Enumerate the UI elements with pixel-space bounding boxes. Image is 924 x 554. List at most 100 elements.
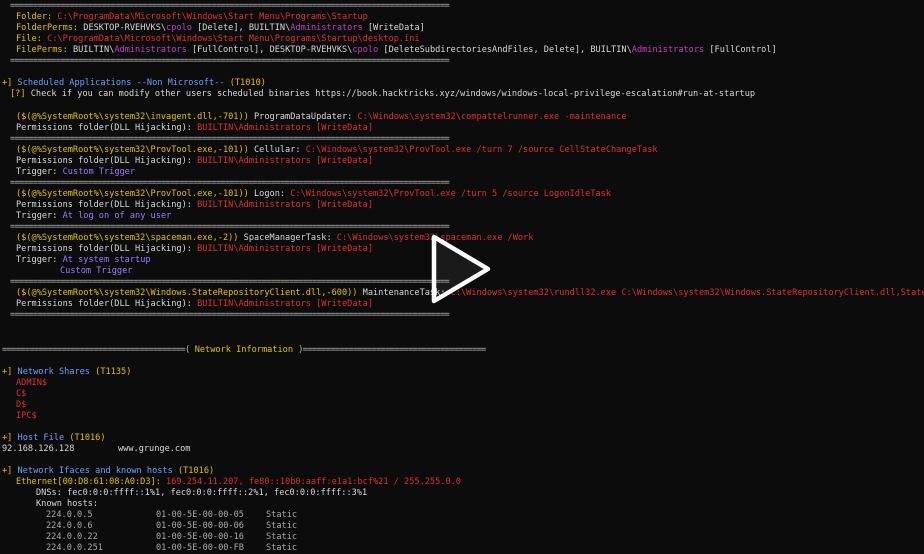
separator-line: ========================================… [10, 178, 450, 188]
iface-addresses: 169.254.11.207, fe80::10b0:aaff:e1a1:bcf… [160, 477, 461, 487]
scheduled-hint-line: [?] Check if you can modify other users … [10, 89, 755, 100]
folderperms-admins: Administrators [290, 23, 363, 33]
folderperms-text: DESKTOP-RVEHVKS\ [83, 23, 167, 33]
folderperms-text: [WriteData] [362, 23, 425, 33]
task-ref: ($(@%SystemRoot%\system32\ProvTool.exe,-… [16, 145, 249, 155]
task-perm-line: Permissions folder(DLL Hijacking): BUILT… [16, 299, 373, 310]
trigger-value: At log on of any user [62, 211, 172, 221]
perm-value: BUILTIN\Administrators [WriteData] [197, 200, 374, 210]
task-perm-line: Permissions folder(DLL Hijacking): BUILT… [16, 244, 373, 255]
share-item: ADMIN$ [16, 378, 48, 388]
known-host-type: Static [266, 510, 298, 520]
startup-folder-line: Folder: C:\ProgramData\Microsoft\Windows… [16, 12, 368, 23]
file-path: C:\ProgramData\Microsoft\Windows\Start M… [47, 34, 420, 44]
perm-label: Permissions folder(DLL Hijacking): [16, 123, 192, 133]
iface-name: Ethernet[00:D8:61:08:A0:D3]: [16, 477, 161, 487]
startup-fileperms-line: FilePerms: BUILTIN\Administrators [FullC… [16, 45, 777, 56]
task-command: C:\Windows\system32\rundll32.exe C:\Wind… [445, 288, 924, 298]
startup-folderperms-line: FolderPerms: DESKTOP-RVEHVKS\cpolo [Dele… [16, 23, 425, 34]
known-host-mac: 01-00-5E-00-00-06 [156, 521, 244, 531]
known-host-ip: 224.0.0.5 [46, 510, 93, 520]
technique-id: (T1135) [95, 367, 132, 377]
share-item: C$ [16, 389, 27, 399]
shares-title-line: +] Network Shares (T1135) [2, 367, 131, 378]
folderperms-label: FolderPerms: [16, 23, 79, 33]
task-command: C:\Windows\system32\ProvTool.exe /turn 7… [300, 145, 658, 155]
folder-path: C:\ProgramData\Microsoft\Windows\Start M… [57, 12, 368, 22]
task-name: ProgramDataUpdater: [248, 112, 353, 122]
perm-value: BUILTIN\Administrators [WriteData] [197, 299, 374, 309]
trigger-value: At system startup [62, 255, 151, 265]
fileperms-label: FilePerms: [16, 45, 68, 55]
task-trigger-line: Trigger: At system startup [16, 255, 151, 266]
banner-rule: ========================================… [2, 345, 190, 355]
iface-line: Ethernet[00:D8:61:08:A0:D3]: 169.254.11.… [16, 477, 461, 488]
perm-label: Permissions folder(DLL Hijacking): [16, 200, 192, 210]
separator-line: ========================================… [10, 56, 450, 66]
perm-value: BUILTIN\Administrators [WriteData] [197, 123, 374, 133]
startup-file-line: File: C:\ProgramData\Microsoft\Windows\S… [16, 34, 420, 45]
separator-line: ========================================… [10, 222, 450, 232]
task-name: SpaceManagerTask: [238, 233, 332, 243]
shares-title: Network Shares [17, 367, 90, 377]
known-host-ip: 224.0.0.251 [46, 543, 103, 553]
known-host-ip: 224.0.0.22 [46, 532, 98, 542]
hint-prefix: [?] [10, 89, 26, 99]
dns-value: fec0:0:0:ffff::1%1, fec0:0:0:ffff::2%1, … [67, 488, 368, 498]
task-line: ($(@%SystemRoot%\system32\ProvTool.exe,-… [16, 145, 658, 156]
task-trigger-line: Trigger: At log on of any user [16, 211, 171, 222]
known-host-type: Static [266, 521, 298, 531]
fileperms-text: [FullControl], DESKTOP-RVEHVKS\ [186, 45, 353, 55]
file-label: File: [16, 34, 42, 44]
known-host-type: Static [266, 532, 298, 542]
known-host-type: Static [266, 543, 298, 553]
scheduled-title: Scheduled Applications --Non Microsoft-- [17, 78, 225, 88]
known-hosts-label: Known hosts: [36, 499, 99, 509]
hosts-title: Host File [17, 433, 65, 443]
folder-label: Folder: [16, 12, 53, 22]
hosts-title-line: +] Host File (T1016) [2, 433, 106, 444]
task-ref: ($(@%SystemRoot%\system32\ProvTool.exe,-… [16, 189, 249, 199]
trigger-value: Custom Trigger [60, 266, 133, 276]
task-name: Logon: [248, 189, 286, 199]
technique-id: (T1010) [229, 78, 266, 88]
fileperms-admins: Administrators [631, 45, 705, 55]
fileperms-admins: Administrators [114, 45, 187, 55]
host-name: www.grunge.com [118, 444, 191, 454]
play-button[interactable] [416, 233, 512, 305]
trigger-label: Trigger: [16, 211, 58, 221]
hint-url[interactable]: https://book.hacktricks.xyz/windows/wind… [315, 89, 755, 99]
task-line: ($(@%SystemRoot%\system32\ProvTool.exe,-… [16, 189, 611, 200]
task-ref: ($(@%SystemRoot%\system32\spaceman.exe,-… [16, 233, 239, 243]
fileperms-text: BUILTIN\ [72, 45, 115, 55]
section-bullet: +] [2, 367, 13, 377]
share-item: IPC$ [16, 411, 37, 421]
section-bullet: +] [2, 78, 13, 88]
task-trigger-line: Trigger: Custom Trigger [16, 167, 135, 178]
technique-id: (T1016) [69, 433, 106, 443]
folderperms-text: [Delete], BUILTIN\ [191, 23, 291, 33]
share-item: D$ [16, 400, 27, 410]
ifaces-title-line: +] Network Ifaces and known hosts (T1016… [2, 466, 214, 477]
task-command: C:\Windows\system32\ProvTool.exe /turn 5… [285, 189, 612, 199]
separator-line: ========================================… [10, 1, 450, 11]
trigger-label: Trigger: [16, 167, 58, 177]
separator-line: ========================================… [10, 277, 450, 287]
dns-line: DNSs: fec0:0:0:ffff::1%1, fec0:0:0:ffff:… [36, 488, 367, 499]
separator-line: ========================================… [10, 134, 450, 144]
section-bullet: +] [2, 433, 13, 443]
task-ref: ($(@%SystemRoot%\system32\invagent.dll,-… [16, 112, 249, 122]
perm-label: Permissions folder(DLL Hijacking): [16, 244, 192, 254]
task-perm-line: Permissions folder(DLL Hijacking): BUILT… [16, 123, 373, 134]
known-host-ip: 224.0.0.6 [46, 521, 93, 531]
ifaces-title: Network Ifaces and known hosts [17, 466, 173, 476]
perm-value: BUILTIN\Administrators [WriteData] [197, 156, 374, 166]
fileperms-text: [DeleteSubdirectoriesAndFiles, Delete], … [378, 45, 632, 55]
fileperms-text: [FullControl] [704, 45, 777, 55]
network-banner: ========================================… [2, 345, 486, 356]
banner-title: Network Information [189, 345, 299, 355]
dns-label: DNSs: [36, 488, 62, 498]
scheduled-title-line: +] Scheduled Applications --Non Microsof… [2, 78, 266, 89]
known-host-mac: 01-00-5E-00-00-05 [156, 510, 244, 520]
known-host-mac: 01-00-5E-00-00-FB [156, 543, 244, 553]
